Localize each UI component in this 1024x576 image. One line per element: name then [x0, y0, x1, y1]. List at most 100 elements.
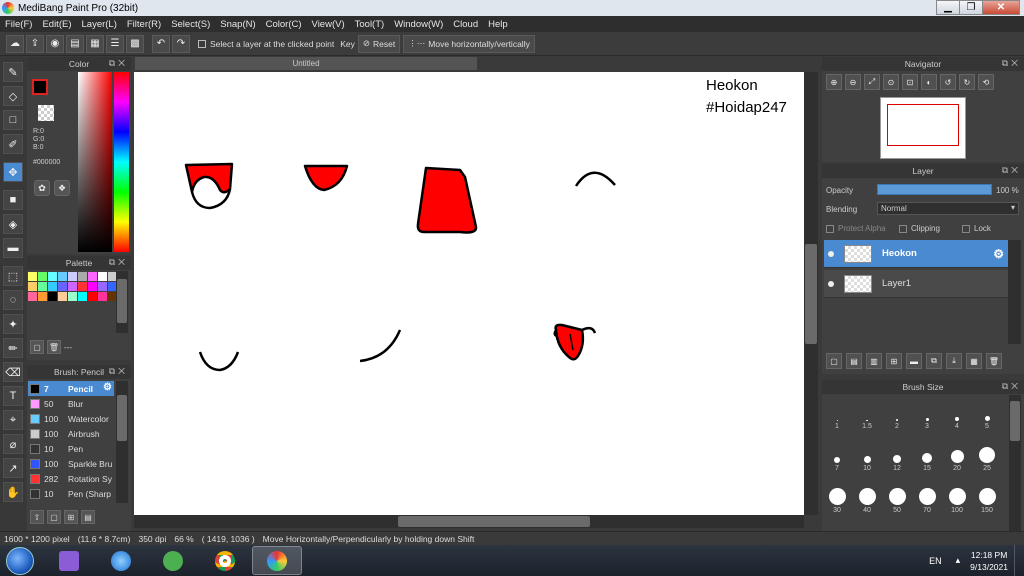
reset-rotation-icon[interactable]: ⟲ — [978, 74, 994, 90]
brush-size-option[interactable]: 3 — [912, 396, 942, 430]
new-8bit-layer-icon[interactable]: ▥ — [866, 353, 882, 369]
brush-list-item[interactable]: 282 Rotation Sy — [28, 471, 114, 486]
zoom-100-icon[interactable]: ⊙ — [883, 74, 899, 90]
start-button[interactable] — [6, 546, 34, 575]
lasso-tool-icon[interactable]: ◌ — [3, 290, 23, 310]
canvas-hscroll-thumb[interactable] — [398, 516, 590, 527]
menu-file[interactable]: File(F) — [0, 19, 37, 30]
new-layer-icon[interactable]: ▢ — [826, 353, 842, 369]
layer-scrollbar[interactable] — [1008, 240, 1021, 344]
clock[interactable]: 12:18 PM 9/13/2021 — [970, 549, 1008, 573]
menu-layer[interactable]: Layer(L) — [77, 19, 122, 30]
palette-color-swatch[interactable] — [28, 282, 37, 291]
brush-size-scroll-thumb[interactable] — [1010, 401, 1020, 441]
brush-size-option[interactable]: 10 — [852, 438, 882, 472]
delete-layer-icon[interactable]: 🗑 — [986, 353, 1002, 369]
taskbar-chrome[interactable] — [200, 546, 250, 575]
foreground-color-swatch[interactable] — [32, 79, 48, 95]
actual-size-icon[interactable]: ⊡ — [902, 74, 918, 90]
lock-checkbox[interactable]: Lock — [962, 224, 991, 233]
clipping-checkbox[interactable]: Clipping — [899, 224, 940, 233]
brush-size-option[interactable]: 30 — [822, 480, 852, 514]
document-tab[interactable]: Untitled — [135, 57, 477, 70]
brush-size-option[interactable]: 2 — [882, 396, 912, 430]
hue-slider[interactable] — [114, 72, 129, 252]
select-clicked-checkbox[interactable]: Select a layer at the clicked point — [198, 39, 334, 49]
add-layer-menu-icon[interactable]: ⊞ — [886, 353, 902, 369]
select-pen-icon[interactable]: ✏ — [3, 338, 23, 358]
brush-list-item[interactable]: 50 Blur — [28, 396, 114, 411]
language-indicator[interactable]: EN — [929, 556, 942, 566]
visibility-icon[interactable] — [828, 280, 834, 287]
palette-color-swatch[interactable] — [48, 272, 57, 281]
protect-alpha-checkbox[interactable]: Protect Alpha — [826, 224, 886, 233]
palette-color-swatch[interactable] — [48, 292, 57, 301]
list-icon[interactable]: ☰ — [106, 34, 124, 53]
cloud-icon[interactable]: ☁ — [6, 34, 24, 53]
checkbox-box[interactable] — [899, 224, 907, 233]
canvas-horizontal-scrollbar[interactable] — [134, 515, 804, 528]
palette-color-swatch[interactable] — [38, 282, 47, 291]
reset-button[interactable]: ⊘ Reset — [357, 34, 401, 53]
brush-size-option[interactable]: 70 — [912, 480, 942, 514]
brush-size-option[interactable]: 20 — [942, 438, 972, 472]
zoom-in-icon[interactable]: ⊕ — [826, 74, 842, 90]
brush-tool-icon[interactable]: ✎ — [3, 62, 23, 82]
menu-color[interactable]: Color(C) — [261, 19, 307, 30]
share-icon[interactable]: ⇪ — [26, 34, 44, 53]
taskbar-medibang[interactable] — [252, 546, 302, 575]
palette-color-swatch[interactable] — [88, 282, 97, 291]
palette-color-swatch[interactable] — [98, 282, 107, 291]
palette-color-swatch[interactable] — [28, 272, 37, 281]
layer-row-heokon[interactable]: Heokon ⚙ — [824, 240, 1008, 268]
brush-size-option[interactable]: 50 — [882, 480, 912, 514]
brush-list-item[interactable]: 100 Sparkle Bru — [28, 456, 114, 471]
new-brush-icon[interactable]: ▢ — [47, 510, 61, 524]
menu-tool[interactable]: Tool(T) — [350, 19, 390, 30]
zoom-out-icon[interactable]: ⊖ — [845, 74, 861, 90]
brush-list-item[interactable]: 100 Airbrush — [28, 426, 114, 441]
drawing-canvas[interactable]: Heokon #Hoidap247 — [134, 72, 804, 515]
panel-controls-icon[interactable]: ⧉✕ — [1002, 381, 1021, 392]
gear-icon[interactable]: ⚙ — [993, 247, 1004, 261]
color-wheel-icon[interactable]: ✿ — [34, 180, 50, 196]
panel-controls-icon[interactable]: ⧉✕ — [109, 257, 128, 268]
palette-color-swatch[interactable] — [98, 272, 107, 281]
brush-list-item[interactable]: 10 Pen — [28, 441, 114, 456]
blending-select[interactable]: Normal ▾ — [877, 202, 1019, 215]
palette-color-swatch[interactable] — [68, 292, 77, 301]
restore-button[interactable]: ❐ — [959, 0, 983, 15]
brush-size-option[interactable]: 15 — [912, 438, 942, 472]
taskbar-green-app[interactable] — [148, 546, 198, 575]
brush-size-scrollbar[interactable] — [1009, 395, 1021, 531]
brush-list-item[interactable]: 100 Watercolor — [28, 411, 114, 426]
checkbox-box[interactable] — [826, 224, 834, 233]
navigator-viewport-frame[interactable] — [887, 104, 959, 146]
palette-color-swatch[interactable] — [78, 272, 87, 281]
menu-select[interactable]: Select(S) — [166, 19, 215, 30]
palette-color-swatch[interactable] — [58, 272, 67, 281]
duplicate-layer-icon[interactable]: ⧉ — [926, 353, 942, 369]
brush-size-option[interactable]: 5 — [972, 396, 1002, 430]
gear-icon[interactable]: ⚙ — [103, 382, 112, 393]
palette-color-swatch[interactable] — [88, 272, 97, 281]
menu-edit[interactable]: Edit(E) — [37, 19, 76, 30]
menu-cloud[interactable]: Cloud — [448, 19, 483, 30]
eyedropper-tool-icon[interactable]: ⌀ — [3, 434, 23, 454]
select-eraser-icon[interactable]: ⌫ — [3, 362, 23, 382]
brush-list-item[interactable]: 10 Pen (Sharp — [28, 486, 114, 501]
brush-cloud-icon[interactable]: ⇧ — [30, 510, 44, 524]
brush-size-option[interactable]: 4 — [942, 396, 972, 430]
palette-color-swatch[interactable] — [58, 282, 67, 291]
opacity-slider[interactable] — [877, 184, 992, 195]
close-button[interactable]: ✕ — [982, 0, 1020, 15]
palette-color-swatch[interactable] — [68, 282, 77, 291]
menu-view[interactable]: View(V) — [307, 19, 350, 30]
message-icon[interactable]: ▤ — [66, 34, 84, 53]
add-brush-icon[interactable]: ⊞ — [64, 510, 78, 524]
palette-color-swatch[interactable] — [88, 292, 97, 301]
magic-wand-icon[interactable]: ✦ — [3, 314, 23, 334]
gradient-tool-icon[interactable]: ▬ — [3, 238, 23, 258]
eraser-tool-icon[interactable]: ◇ — [3, 86, 23, 106]
show-desktop-button[interactable] — [1014, 545, 1024, 576]
